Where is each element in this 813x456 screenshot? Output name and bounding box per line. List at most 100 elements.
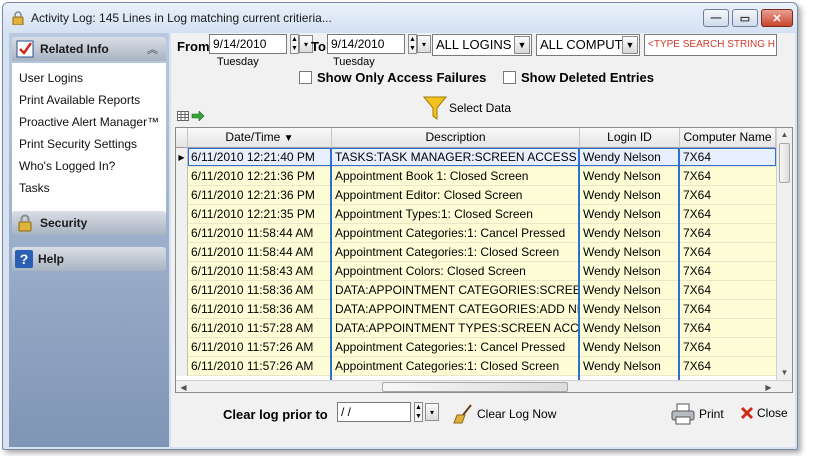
table-cell-desc[interactable]: Appointment Categories:1: Closed Screen: [332, 357, 578, 376]
table-cell-login[interactable]: Wendy Nelson: [580, 262, 678, 281]
table-cell-computer[interactable]: 7X64: [680, 262, 776, 281]
to-date-dropdown[interactable]: ▾: [417, 35, 431, 53]
row-selector[interactable]: [176, 205, 188, 224]
table-cell-desc[interactable]: Appointment Categories:1: Cancel Pressed: [332, 224, 578, 243]
scroll-down-icon[interactable]: ▼: [777, 366, 792, 379]
clear-log-now-button[interactable]: Clear Log Now: [453, 403, 556, 425]
table-cell-login[interactable]: Wendy Nelson: [580, 224, 678, 243]
from-date-spinner[interactable]: ▲ ▼: [290, 34, 299, 54]
to-date-input[interactable]: 9/14/2010: [327, 34, 405, 54]
table-row[interactable]: 6/11/2010 12:21:35 PM Appointment Types:1…: [176, 205, 776, 224]
row-selector[interactable]: [176, 300, 188, 319]
col-header-datetime[interactable]: Date/Time ▼: [188, 128, 332, 148]
from-date-input[interactable]: 9/14/2010: [209, 34, 287, 54]
table-cell-datetime[interactable]: 6/11/2010 12:21:36 PM: [188, 167, 330, 186]
table-cell-datetime[interactable]: 6/11/2010 11:57:28 AM: [188, 319, 330, 338]
scroll-right-icon[interactable]: ▶: [761, 381, 776, 392]
table-row[interactable]: 6/11/2010 11:58:44 AM Appointment Categor…: [176, 224, 776, 243]
sidebar-item-print-reports[interactable]: Print Available Reports: [12, 89, 166, 111]
table-row[interactable]: 6/11/2010 11:58:36 AM DATA:APPOINTMENT CA…: [176, 281, 776, 300]
table-cell-desc[interactable]: Appointment Categories:1: Closed Screen: [332, 243, 578, 262]
table-cell-datetime[interactable]: 6/11/2010 12:21:35 PM: [188, 205, 330, 224]
logins-combo[interactable]: ALL LOGINS ▼: [432, 34, 532, 56]
table-cell-desc[interactable]: Appointment Categories:1: Cancel Pressed: [332, 338, 578, 357]
scroll-left-icon[interactable]: ◀: [176, 381, 191, 392]
table-cell-computer[interactable]: 7X64: [680, 167, 776, 186]
print-button[interactable]: Print: [671, 403, 724, 425]
clear-date-spinner[interactable]: ▲ ▼: [414, 402, 423, 422]
col-header-login-id[interactable]: Login ID: [580, 128, 680, 148]
table-cell-computer[interactable]: 7X64: [680, 224, 776, 243]
table-cell-desc[interactable]: Appointment Book 1: Closed Screen: [332, 167, 578, 186]
table-row[interactable]: 6/11/2010 12:21:36 PM Appointment Editor:…: [176, 186, 776, 205]
table-cell-datetime[interactable]: 6/11/2010 11:58:36 AM: [188, 300, 330, 319]
sidebar-item-whos-logged-in[interactable]: Who's Logged In?: [12, 155, 166, 177]
row-selector[interactable]: [176, 224, 188, 243]
table-cell-desc[interactable]: Appointment Editor: Closed Screen: [332, 186, 578, 205]
search-input[interactable]: <TYPE SEARCH STRING H: [644, 34, 777, 56]
table-cell-computer[interactable]: 7X64: [680, 338, 776, 357]
table-cell-computer[interactable]: 7X64: [680, 357, 776, 376]
arrow-right-icon[interactable]: [191, 111, 205, 121]
table-cell-computer[interactable]: 7X64: [680, 186, 776, 205]
sidebar-item-alert-manager[interactable]: Proactive Alert Manager™: [12, 111, 166, 133]
select-data-button[interactable]: Select Data: [423, 95, 511, 121]
chevron-down-icon[interactable]: ▼: [622, 36, 638, 54]
table-cell-computer[interactable]: 7X64: [680, 243, 776, 262]
scroll-up-icon[interactable]: ▲: [777, 128, 792, 141]
maximize-button[interactable]: ▭: [732, 9, 758, 27]
table-cell-login[interactable]: Wendy Nelson: [580, 300, 678, 319]
horizontal-scrollbar[interactable]: ◀ ▶: [176, 380, 792, 392]
grid-icon[interactable]: [177, 111, 189, 121]
table-row[interactable]: 6/11/2010 11:58:43 AM Appointment Colors:…: [176, 262, 776, 281]
related-info-header[interactable]: Related Info ︽: [12, 37, 166, 61]
to-date-spinner[interactable]: ▲ ▼: [408, 34, 417, 54]
table-cell-desc[interactable]: DATA:APPOINTMENT TYPES:SCREEN ACCESS: [332, 319, 578, 338]
collapse-chevron-icon[interactable]: ︽: [147, 41, 158, 57]
clear-date-dropdown[interactable]: ▾: [425, 403, 439, 421]
table-cell-login[interactable]: Wendy Nelson: [580, 167, 678, 186]
row-selector[interactable]: ▶: [176, 148, 188, 167]
row-selector[interactable]: [176, 167, 188, 186]
close-button[interactable]: Close: [739, 405, 788, 421]
table-cell-datetime[interactable]: 6/11/2010 11:57:26 AM: [188, 338, 330, 357]
close-window-button[interactable]: ✕: [761, 9, 793, 27]
sidebar-item-tasks[interactable]: Tasks: [12, 177, 166, 199]
table-cell-desc[interactable]: DATA:APPOINTMENT CATEGORIES:SCREEN: [332, 281, 578, 300]
minimize-button[interactable]: —: [703, 9, 729, 27]
table-cell-datetime[interactable]: 6/11/2010 11:58:44 AM: [188, 224, 330, 243]
table-cell-desc[interactable]: Appointment Types:1: Closed Screen: [332, 205, 578, 224]
row-selector[interactable]: [176, 243, 188, 262]
sidebar-item-user-logins[interactable]: User Logins: [12, 67, 166, 89]
security-panel-header[interactable]: Security: [12, 211, 166, 235]
row-selector[interactable]: [176, 319, 188, 338]
help-panel-header[interactable]: ? Help: [12, 247, 166, 271]
computers-combo[interactable]: ALL COMPUT ▼: [536, 34, 640, 56]
col-header-computer-name[interactable]: Computer Name: [680, 128, 776, 148]
table-cell-datetime[interactable]: 6/11/2010 12:21:36 PM: [188, 186, 330, 205]
checkbox-box[interactable]: [503, 71, 516, 84]
row-selector[interactable]: [176, 262, 188, 281]
table-cell-datetime[interactable]: 6/11/2010 11:58:43 AM: [188, 262, 330, 281]
chevron-down-icon[interactable]: ▼: [514, 36, 530, 54]
deleted-entries-checkbox[interactable]: Show Deleted Entries: [503, 70, 654, 85]
table-cell-computer[interactable]: 7X64: [680, 281, 776, 300]
table-cell-datetime[interactable]: 6/11/2010 11:58:36 AM: [188, 281, 330, 300]
table-cell-desc[interactable]: Appointment Colors: Closed Screen: [332, 262, 578, 281]
table-row[interactable]: 6/11/2010 11:58:44 AM Appointment Categor…: [176, 243, 776, 262]
checkbox-box[interactable]: [299, 71, 312, 84]
table-cell-desc[interactable]: DATA:APPOINTMENT CATEGORIES:ADD NEW: [332, 300, 578, 319]
access-failures-checkbox[interactable]: Show Only Access Failures: [299, 70, 486, 85]
table-cell-login[interactable]: Wendy Nelson: [580, 243, 678, 262]
table-row[interactable]: 6/11/2010 11:58:36 AM DATA:APPOINTMENT CA…: [176, 300, 776, 319]
row-selector[interactable]: [176, 281, 188, 300]
table-cell-login[interactable]: Wendy Nelson: [580, 205, 678, 224]
row-selector[interactable]: [176, 186, 188, 205]
table-cell-computer[interactable]: 7X64: [680, 300, 776, 319]
row-selector[interactable]: [176, 338, 188, 357]
clear-date-input[interactable]: / /: [337, 402, 411, 422]
table-cell-datetime[interactable]: 6/11/2010 11:58:44 AM: [188, 243, 330, 262]
table-cell-login[interactable]: Wendy Nelson: [580, 338, 678, 357]
table-row[interactable]: 6/11/2010 12:21:36 PM Appointment Book 1:…: [176, 167, 776, 186]
table-cell-computer[interactable]: 7X64: [680, 319, 776, 338]
